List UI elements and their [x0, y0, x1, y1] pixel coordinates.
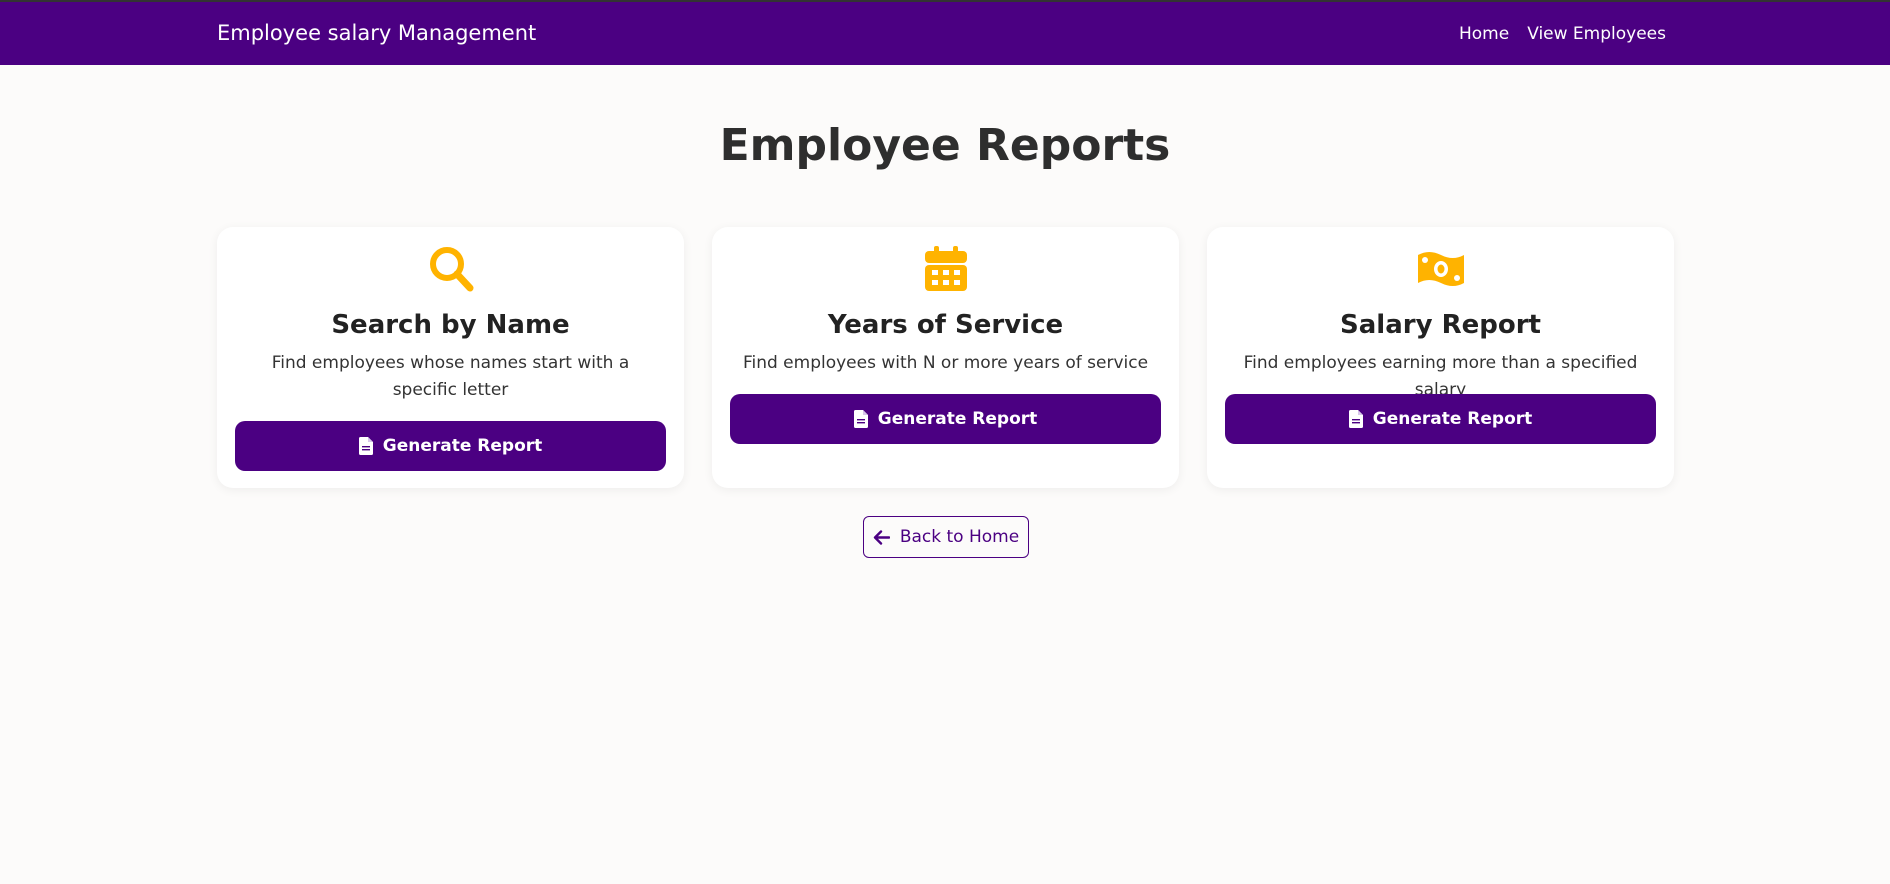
- report-card-years-of-service: Years of Service Find employees with N o…: [712, 227, 1179, 488]
- file-icon: [853, 410, 868, 428]
- card-description: Find employees whose names start with a …: [271, 353, 630, 400]
- back-to-home-button[interactable]: Back to Home: [863, 516, 1029, 558]
- search-icon: [429, 247, 473, 292]
- page-title: Employee Reports: [719, 120, 1171, 171]
- brand-link[interactable]: Employee salary Management: [217, 21, 536, 45]
- back-to-home-label: Back to Home: [899, 527, 1020, 547]
- file-icon: [1348, 410, 1363, 428]
- generate-report-label: Generate Report: [382, 436, 543, 456]
- generate-report-button[interactable]: Generate Report: [730, 394, 1161, 444]
- nav-link-home[interactable]: Home: [1459, 24, 1509, 44]
- calendar-icon: [924, 246, 967, 291]
- report-card-salary-report: Salary Report Find employees earning mor…: [1207, 227, 1674, 488]
- card-description: Find employees with N or more years of s…: [742, 353, 1149, 373]
- nav-link-view-employees[interactable]: View Employees: [1527, 24, 1666, 44]
- nav-links: Home View Employees: [1459, 24, 1666, 44]
- report-card-search-by-name: Search by Name Find employees whose name…: [217, 227, 684, 488]
- card-title: Years of Service: [827, 310, 1064, 340]
- navbar: Employee salary Management Home View Emp…: [0, 0, 1890, 65]
- money-bill-icon: [1417, 252, 1464, 286]
- generate-report-label: Generate Report: [1372, 409, 1533, 429]
- card-title: Salary Report: [1340, 310, 1541, 340]
- arrow-left-icon: [873, 529, 890, 545]
- generate-report-button[interactable]: Generate Report: [1225, 394, 1656, 444]
- file-icon: [358, 437, 373, 455]
- generate-report-label: Generate Report: [877, 409, 1038, 429]
- card-title: Search by Name: [331, 310, 570, 340]
- generate-report-button[interactable]: Generate Report: [235, 421, 666, 471]
